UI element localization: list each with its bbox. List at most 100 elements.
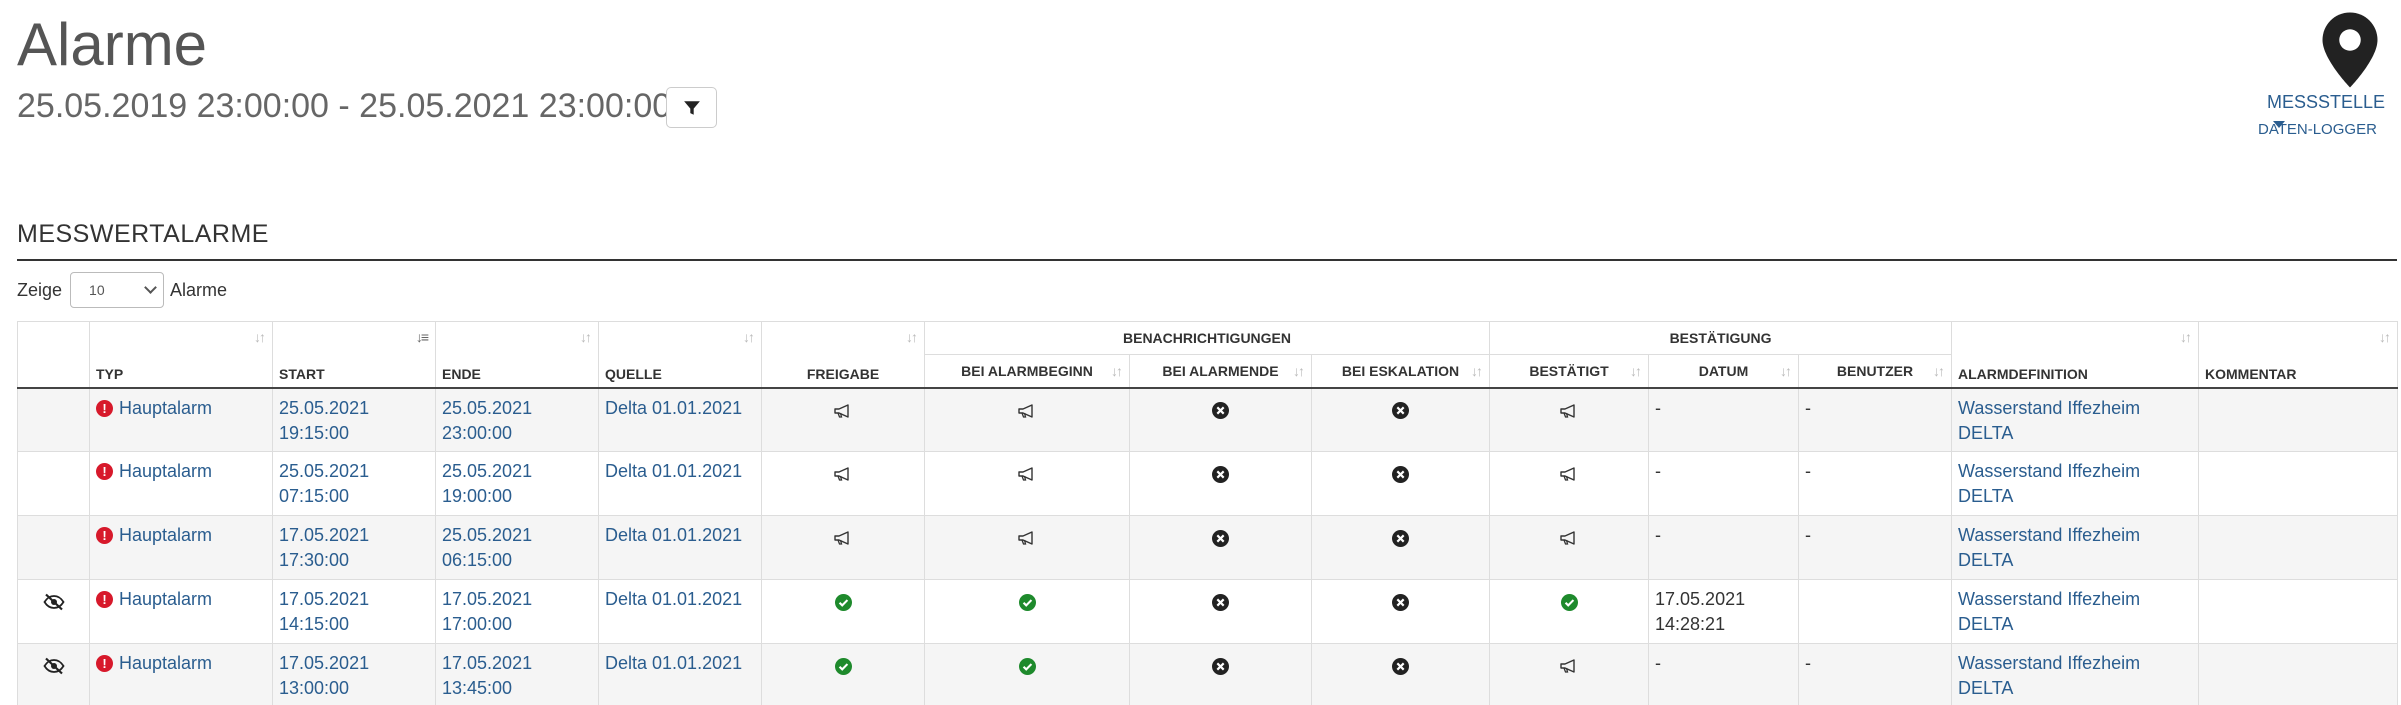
page-length-select[interactable]: 10 [70,272,165,308]
benutzer-cell: - [1798,643,1953,705]
group-header-bestaetigung: BESTÄTIGUNG [1489,321,1953,355]
quelle-cell[interactable]: Delta 01.01.2021 [598,451,762,516]
messstelle-label: MESSSTELLE [2267,92,2386,112]
start-cell[interactable]: 17.05.2021 13:00:00 [272,643,436,705]
page-length-value: 10 [89,282,105,298]
check-circle-icon[interactable] [834,589,852,614]
quelle-cell[interactable]: Delta 01.01.2021 [598,643,762,705]
filter-icon [683,100,700,115]
megaphone-icon[interactable] [1017,398,1037,423]
typ-link[interactable]: ! Hauptalarm [96,651,266,676]
bei-eskalation-cell [1310,451,1491,516]
kommentar-cell[interactable] [2198,643,2399,705]
typ-link[interactable]: ! Hauptalarm [96,523,266,548]
quelle-cell[interactable]: Delta 01.01.2021 [598,515,762,580]
x-circle-icon[interactable] [1392,398,1409,423]
x-circle-icon[interactable] [1212,398,1229,423]
kommentar-cell[interactable] [2198,515,2399,580]
map-pin-icon[interactable] [2320,12,2380,88]
ende-cell[interactable]: 17.05.2021 17:00:00 [435,579,599,644]
column-header-start[interactable]: START ↓≡ [272,321,436,389]
alert-icon: ! [96,655,113,672]
quelle-cell[interactable]: Delta 01.01.2021 [598,579,762,644]
eye-slash-icon[interactable] [42,589,65,614]
column-header-typ[interactable]: TYP ↓↑ [89,321,273,389]
bei-alarmbeginn-cell [924,579,1130,644]
quelle-cell[interactable]: Delta 01.01.2021 [598,387,762,452]
page-length-control: Zeige 10 Alarme [17,270,227,310]
ende-cell[interactable]: 25.05.2021 23:00:00 [435,387,599,452]
check-circle-icon[interactable] [1018,589,1036,614]
start-cell[interactable]: 25.05.2021 07:15:00 [272,451,436,516]
ende-cell[interactable]: 17.05.2021 13:45:00 [435,643,599,705]
sort-icon: ↓↑ [1780,362,1792,379]
start-cell[interactable]: 17.05.2021 17:30:00 [272,515,436,580]
sort-icon: ↓↑ [580,329,592,345]
megaphone-icon[interactable] [1017,461,1037,486]
ende-cell[interactable]: 25.05.2021 19:00:00 [435,451,599,516]
megaphone-icon[interactable] [1559,653,1579,678]
bei-alarmende-cell [1129,387,1312,452]
megaphone-icon[interactable] [1559,525,1579,550]
x-circle-icon[interactable] [1392,461,1409,486]
x-circle-icon[interactable] [1392,525,1409,550]
column-header-bei-alarmende[interactable]: BEI ALARMENDE ↓↑ [1129,354,1312,389]
table-row[interactable]: ! Hauptalarm 25.05.2021 07:15:00 25.05.202… [17,451,2399,516]
x-circle-icon[interactable] [1212,653,1229,678]
column-header-benutzer[interactable]: BENUTZER ↓↑ [1798,354,1953,389]
table-row[interactable]: ! Hauptalarm 17.05.2021 17:30:00 25.05.202… [17,515,2399,580]
check-circle-icon[interactable] [1018,653,1036,678]
freigabe-cell [761,579,925,644]
typ-link[interactable]: ! Hauptalarm [96,587,266,612]
megaphone-icon[interactable] [833,461,853,486]
x-circle-icon[interactable] [1392,653,1409,678]
chevron-down-icon [144,281,157,294]
megaphone-icon[interactable] [833,398,853,423]
start-cell[interactable]: 25.05.2021 19:15:00 [272,387,436,452]
x-circle-icon[interactable] [1212,461,1229,486]
megaphone-icon[interactable] [833,525,853,550]
table-row[interactable]: ! Hauptalarm 17.05.2021 13:00:00 17.05.202… [17,643,2399,705]
ende-cell[interactable]: 25.05.2021 06:15:00 [435,515,599,580]
typ-link[interactable]: ! Hauptalarm [96,459,266,484]
table-row[interactable]: ! Hauptalarm 25.05.2021 19:15:00 25.05.202… [17,387,2399,452]
alarmdefinition-link[interactable]: Wasserstand Iffezheim DELTA [1951,643,2200,705]
kommentar-cell[interactable] [2198,387,2399,452]
column-header-datum[interactable]: DATUM ↓↑ [1648,354,1800,389]
column-header-kommentar[interactable]: KOMMENTAR ↓↑ [2198,321,2399,389]
x-circle-icon[interactable] [1392,589,1409,614]
column-header-alarmdefinition[interactable]: ALARMDEFINITION ↓↑ [1951,321,2200,389]
column-header-quelle[interactable]: QUELLE ↓↑ [598,321,762,389]
eye-slash-icon[interactable] [42,653,65,678]
column-header-freigabe[interactable]: FREIGABE ↓↑ [761,321,925,389]
bei-alarmende-cell [1129,515,1312,580]
alarmdefinition-link[interactable]: Wasserstand Iffezheim DELTA [1951,387,2200,452]
kommentar-cell[interactable] [2198,579,2399,644]
freigabe-cell [761,451,925,516]
typ-cell: ! Hauptalarm [89,643,273,705]
alarmdefinition-link[interactable]: Wasserstand Iffezheim DELTA [1951,515,2200,580]
column-header-bei-alarmbeginn[interactable]: BEI ALARMBEGINN ↓↑ [924,354,1130,389]
benutzer-cell: - [1798,387,1953,452]
filter-button[interactable] [666,87,717,128]
alarmdefinition-link[interactable]: Wasserstand Iffezheim DELTA [1951,451,2200,516]
column-header-ende[interactable]: ENDE ↓↑ [435,321,599,389]
column-header-bestaetigt[interactable]: BESTÄTIGT ↓↑ [1489,354,1650,389]
bestaetigt-cell [1489,643,1650,705]
check-circle-icon[interactable] [834,653,852,678]
x-circle-icon[interactable] [1212,525,1229,550]
check-circle-icon[interactable] [1560,589,1578,614]
datenlogger-link[interactable]: DATEN-LOGGER [2258,121,2377,138]
kommentar-cell[interactable] [2198,451,2399,516]
alarmdefinition-link[interactable]: Wasserstand Iffezheim DELTA [1951,579,2200,644]
freigabe-cell [761,387,925,452]
column-header-bei-eskalation[interactable]: BEI ESKALATION ↓↑ [1310,354,1491,389]
megaphone-icon[interactable] [1559,461,1579,486]
alert-icon: ! [96,591,113,608]
start-cell[interactable]: 17.05.2021 14:15:00 [272,579,436,644]
x-circle-icon[interactable] [1212,589,1229,614]
typ-link[interactable]: ! Hauptalarm [96,396,266,421]
table-row[interactable]: ! Hauptalarm 17.05.2021 14:15:00 17.05.202… [17,579,2399,644]
megaphone-icon[interactable] [1017,525,1037,550]
megaphone-icon[interactable] [1559,398,1579,423]
